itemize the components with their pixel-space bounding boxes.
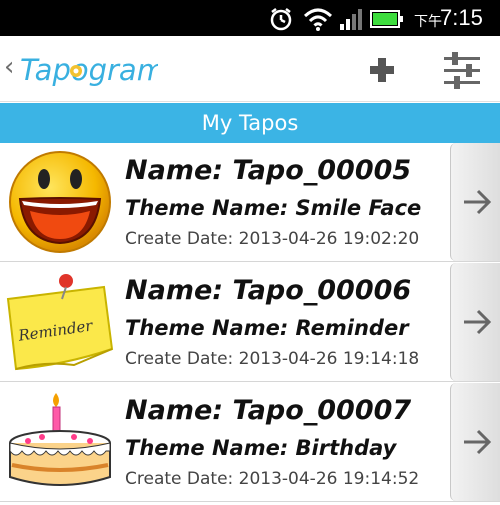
tapogram-logo[interactable]: Tapogram: [18, 44, 158, 94]
arrow-right-icon: [464, 309, 492, 335]
tapo-create-date: Create Date: 2013-04-26 19:14:18: [125, 349, 420, 369]
birthday-cake-thumbnail: [4, 389, 116, 495]
add-tapo-button[interactable]: [362, 50, 402, 90]
tapo-row[interactable]: Name: Tapo_00005 Theme Name: Smile Face …: [0, 143, 500, 262]
tapo-name: Name: Tapo_00005: [125, 155, 412, 186]
time-prefix: 下午: [414, 14, 442, 30]
tapo-create-date: Create Date: 2013-04-26 19:14:52: [125, 469, 420, 489]
settings-button[interactable]: [440, 48, 484, 92]
tapo-name: Name: Tapo_00006: [125, 275, 412, 306]
battery-icon: [370, 6, 404, 36]
status-bar: 下午 7:15: [0, 0, 500, 36]
open-tapo-button[interactable]: [450, 263, 500, 381]
tapo-list: Name: Tapo_00005 Theme Name: Smile Face …: [0, 143, 500, 505]
alarm-icon: [268, 6, 294, 36]
signal-icon: [338, 6, 366, 36]
open-tapo-button[interactable]: [450, 383, 500, 501]
tapo-name: Name: Tapo_00007: [125, 395, 412, 426]
clock: 7:15: [440, 5, 483, 30]
action-bar: ‹ Tapogram: [0, 36, 500, 102]
sliders-icon: [444, 52, 480, 89]
tapo-row[interactable]: Name: Tapo_00007 Theme Name: Birthday Cr…: [0, 383, 500, 502]
arrow-right-icon: [464, 429, 492, 455]
logo-text: Tapogram: [20, 53, 158, 87]
tapo-theme: Theme Name: Birthday: [125, 436, 397, 460]
section-header-my-tapos: My Tapos: [0, 103, 500, 143]
tapo-theme: Theme Name: Reminder: [125, 316, 409, 340]
tapo-create-date: Create Date: 2013-04-26 19:02:20: [125, 229, 420, 249]
plus-icon: [370, 58, 394, 82]
smile-face-thumbnail: [4, 149, 116, 255]
back-chevron-icon[interactable]: ‹: [4, 54, 14, 80]
wifi-icon: [303, 6, 333, 36]
reminder-note-thumbnail: Reminder: [4, 269, 116, 375]
tapo-theme: Theme Name: Smile Face: [125, 196, 422, 220]
tapo-row[interactable]: Reminder Name: Tapo_00006 Theme Name: Re…: [0, 263, 500, 382]
open-tapo-button[interactable]: [450, 143, 500, 261]
arrow-right-icon: [464, 189, 492, 215]
